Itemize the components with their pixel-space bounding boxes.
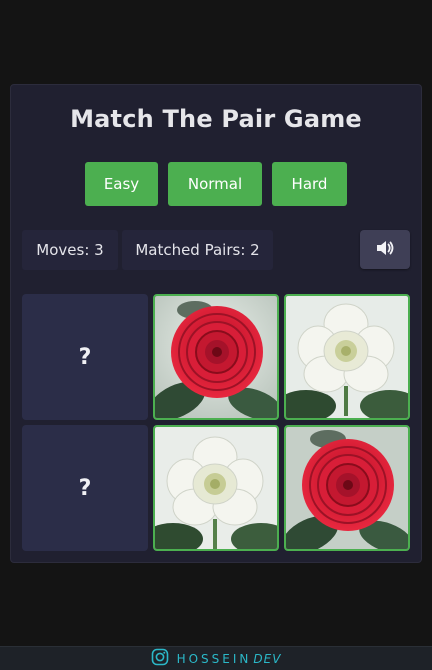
red-camellia-image (155, 296, 277, 418)
card-white-begonia[interactable] (284, 294, 410, 420)
easy-button[interactable]: Easy (85, 162, 158, 206)
brand-name: HOSSEIN (176, 651, 252, 666)
difficulty-selector: Easy Normal Hard (11, 162, 421, 206)
question-mark: ? (78, 475, 92, 501)
speaker-icon (375, 239, 395, 261)
card-red-camellia[interactable] (153, 294, 279, 420)
hard-button[interactable]: Hard (272, 162, 347, 206)
white-begonia-image (286, 296, 408, 418)
card-white-begonia[interactable] (153, 425, 279, 551)
footer: HOSSEIN DEV (0, 646, 432, 670)
matched-pairs-counter: Matched Pairs: 2 (122, 230, 273, 270)
instagram-icon[interactable] (151, 648, 169, 670)
brand-suffix: DEV (253, 651, 282, 666)
card-grid: ? ? (22, 294, 410, 552)
stats-bar: Moves: 3 Matched Pairs: 2 (22, 230, 410, 270)
red-camellia-image (286, 427, 408, 549)
white-begonia-image (155, 427, 277, 549)
game-title: Match The Pair Game (70, 105, 362, 133)
normal-button[interactable]: Normal (168, 162, 262, 206)
card-hidden[interactable]: ? (22, 425, 148, 551)
game-panel: Match The Pair Game Easy Normal Hard Mov… (10, 84, 422, 563)
card-red-camellia[interactable] (284, 425, 410, 551)
footer-brand[interactable]: HOSSEIN DEV (177, 652, 282, 666)
card-hidden[interactable]: ? (22, 294, 148, 420)
moves-counter: Moves: 3 (22, 230, 118, 270)
sound-toggle-button[interactable] (360, 230, 410, 269)
question-mark: ? (78, 344, 92, 370)
